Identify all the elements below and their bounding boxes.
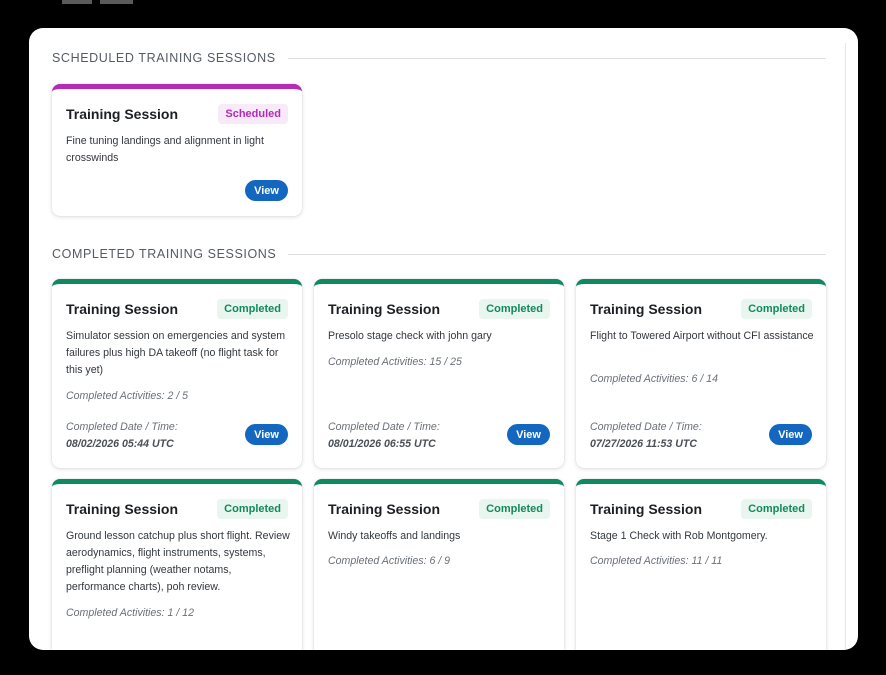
session-description: Presolo stage check with john gary	[328, 330, 492, 342]
status-badge: Completed	[217, 299, 288, 319]
status-badge: Completed	[479, 299, 550, 319]
card-header: Training Session Completed	[328, 298, 550, 320]
completed-session-card[interactable]: Training Session Completed Ground lesson…	[52, 479, 302, 650]
card-title: Training Session	[590, 301, 703, 317]
card-title: Training Session	[328, 501, 441, 517]
card-title: Training Session	[590, 501, 703, 517]
sessions-page: SCHEDULED TRAINING SESSIONS Training Ses…	[29, 28, 858, 650]
completed-session-card[interactable]: Training Session Completed Simulator ses…	[52, 279, 302, 468]
completed-session-card[interactable]: Training Session Completed Windy takeoff…	[314, 479, 564, 650]
completed-date-value: 08/02/2026 05:44 UTC	[66, 438, 174, 450]
status-badge: Scheduled	[218, 104, 288, 124]
completed-date-label: Completed Date / Time:	[590, 421, 702, 433]
completed-date-label: Completed Date / Time:	[66, 421, 178, 433]
scheduled-section-title: SCHEDULED TRAINING SESSIONS	[52, 51, 276, 65]
section-divider	[288, 253, 826, 255]
scrollbar[interactable]	[845, 43, 846, 650]
card-header: Training Session Completed	[66, 498, 288, 520]
section-divider	[287, 57, 826, 59]
completed-activities: Completed Activities: 1 / 12	[66, 607, 194, 619]
completed-activities: Completed Activities: 2 / 5	[66, 390, 189, 402]
view-button[interactable]: View	[769, 424, 812, 445]
session-description: Stage 1 Check with Rob Montgomery.	[590, 530, 768, 542]
window-tab-right	[100, 0, 133, 4]
session-description: Ground lesson catchup plus short flight.…	[66, 530, 290, 593]
session-description: Flight to Towered Airport without CFI as…	[590, 330, 814, 342]
window-tab-left	[62, 0, 92, 4]
completed-activities: Completed Activities: 11 / 11	[590, 555, 723, 567]
completed-date-label: Completed Date / Time:	[328, 421, 440, 433]
session-description: Fine tuning landings and alignment in li…	[66, 135, 264, 164]
scheduled-session-card[interactable]: Training Session Scheduled Fine tuning l…	[52, 84, 302, 216]
completed-activities: Completed Activities: 15 / 25	[328, 356, 462, 368]
card-header: Training Session Completed	[66, 298, 288, 320]
status-badge: Completed	[217, 499, 288, 519]
completed-session-card[interactable]: Training Session Completed Flight to Tow…	[576, 279, 826, 468]
card-title: Training Session	[328, 301, 441, 317]
view-button[interactable]: View	[245, 180, 288, 201]
scheduled-section-header: SCHEDULED TRAINING SESSIONS	[52, 50, 826, 66]
completed-activities: Completed Activities: 6 / 14	[590, 373, 718, 385]
card-header: Training Session Completed	[590, 298, 812, 320]
completed-date-value: 07/27/2026 11:53 UTC	[590, 438, 697, 450]
card-title: Training Session	[66, 501, 179, 517]
status-badge: Completed	[479, 499, 550, 519]
completed-activities: Completed Activities: 6 / 9	[328, 555, 451, 567]
session-description: Simulator session on emergencies and sys…	[66, 330, 286, 376]
status-badge: Completed	[741, 299, 812, 319]
completed-date-value: 08/01/2026 06:55 UTC	[328, 438, 436, 450]
card-header: Training Session Completed	[590, 498, 812, 520]
completed-section-header: COMPLETED TRAINING SESSIONS	[52, 246, 826, 262]
card-header: Training Session Completed	[328, 498, 550, 520]
status-badge: Completed	[741, 499, 812, 519]
session-description: Windy takeoffs and landings	[328, 530, 461, 542]
completed-session-card[interactable]: Training Session Completed Stage 1 Check…	[576, 479, 826, 650]
card-title: Training Session	[66, 106, 179, 122]
completed-session-card[interactable]: Training Session Completed Presolo stage…	[314, 279, 564, 468]
card-header: Training Session Scheduled	[66, 103, 288, 125]
view-button[interactable]: View	[245, 424, 288, 445]
card-title: Training Session	[66, 301, 179, 317]
completed-section-title: COMPLETED TRAINING SESSIONS	[52, 247, 277, 261]
view-button[interactable]: View	[507, 424, 550, 445]
